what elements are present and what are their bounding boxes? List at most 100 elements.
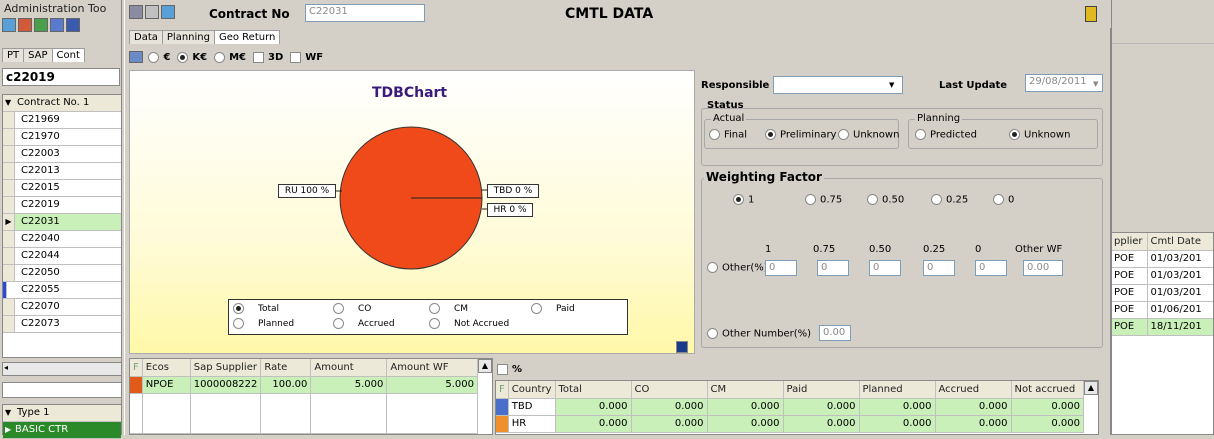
weight-0[interactable]: 0 (993, 194, 1014, 206)
header-not-accrued[interactable]: Not accrued (1011, 381, 1084, 399)
opt-total[interactable]: Total (233, 303, 279, 314)
type-row[interactable]: ▶ BASIC CTR (3, 422, 121, 439)
header-amount[interactable]: Amount (310, 359, 388, 377)
header-ecos[interactable]: Ecos (142, 359, 191, 377)
currency-meuro[interactable]: M€ (214, 51, 246, 63)
other-input-075[interactable]: 0 (817, 260, 849, 276)
tab-planning[interactable]: Planning (161, 30, 215, 44)
contract-list-item[interactable]: C22044 (3, 248, 121, 265)
scroll-left-icon[interactable]: ◂ (4, 363, 8, 372)
header-sap-supplier[interactable]: Sap Supplier (190, 359, 262, 377)
header-country[interactable]: Country (508, 381, 556, 399)
contract-list-item[interactable]: C22015 (3, 180, 121, 197)
view-3d-checkbox[interactable]: 3D (253, 51, 283, 63)
other-input-025[interactable]: 0 (923, 260, 955, 276)
table-row[interactable]: POE 01/03/201 (1111, 250, 1213, 268)
other-input-1[interactable]: 0 (765, 260, 797, 276)
table-row[interactable]: POE 01/03/201 (1111, 267, 1213, 285)
contract-list-item[interactable]: C22055 (3, 282, 121, 299)
table-row[interactable]: POE 01/03/201 (1111, 284, 1213, 302)
exit-door-icon[interactable] (1085, 6, 1097, 22)
actual-unknown[interactable]: Unknown (838, 129, 899, 141)
opt-accrued[interactable]: Accrued (333, 318, 395, 329)
right-table-header-supplier[interactable]: pplier (1111, 233, 1148, 251)
pie-icon[interactable] (34, 18, 48, 32)
contract-list-item[interactable]: C22073 (3, 316, 121, 333)
contract-list-item[interactable]: C22019 (3, 197, 121, 214)
other-input-0[interactable]: 0 (975, 260, 1007, 276)
contract-list-header[interactable]: ▼ Contract No. 1 (3, 95, 121, 112)
tab-sap[interactable]: SAP (23, 48, 53, 62)
chart-settings-icon[interactable] (129, 51, 143, 63)
grid-icon[interactable] (66, 18, 80, 32)
opt-not-accrued[interactable]: Not Accrued (429, 318, 509, 329)
users-icon[interactable] (2, 18, 16, 32)
contract-list-item[interactable]: C22013 (3, 163, 121, 180)
right-table-header-date[interactable]: Cmtl Date (1147, 233, 1213, 251)
calendar-icon[interactable] (145, 5, 159, 19)
currency-euro[interactable]: € (148, 51, 170, 63)
other-number-input[interactable]: 0.00 (819, 325, 851, 341)
view-wf-checkbox[interactable]: WF (290, 51, 323, 63)
header-cm[interactable]: CM (707, 381, 784, 399)
header-amount-wf[interactable]: Amount WF (386, 359, 478, 377)
header-paid[interactable]: Paid (783, 381, 860, 399)
left-scrollbar[interactable]: ◂ (2, 362, 122, 376)
checkbox-icon[interactable] (497, 363, 508, 375)
row-marker (3, 197, 15, 213)
opt-cm[interactable]: CM (429, 303, 468, 314)
chevron-down-icon[interactable]: ▼ (889, 81, 894, 89)
table-row[interactable]: NPOE 1000008222 100.00 5.000 5.000 (130, 376, 478, 394)
scroll-up-icon[interactable]: ▲ (1084, 381, 1098, 395)
contract-list-item[interactable]: C22040 (3, 231, 121, 248)
weight-025[interactable]: 0.25 (931, 194, 968, 206)
opt-co[interactable]: CO (333, 303, 371, 314)
header-accrued[interactable]: Accrued (935, 381, 1012, 399)
weight-1[interactable]: 1 (733, 194, 754, 206)
weight-050[interactable]: 0.50 (867, 194, 904, 206)
contract-no-field[interactable]: C22031 (305, 4, 425, 22)
contract-list-item[interactable]: C22003 (3, 146, 121, 163)
actual-final[interactable]: Final (709, 129, 747, 141)
tab-pt[interactable]: PT (2, 48, 25, 62)
header-planned[interactable]: Planned (859, 381, 936, 399)
header-total[interactable]: Total (555, 381, 632, 399)
contract-list-item[interactable]: C22050 (3, 265, 121, 282)
weight-075[interactable]: 0.75 (805, 194, 842, 206)
responsible-select[interactable] (773, 76, 903, 94)
chart-icon[interactable] (18, 18, 32, 32)
opt-paid[interactable]: Paid (531, 303, 575, 314)
chart-nav-icon[interactable] (676, 341, 688, 353)
left-search-input[interactable] (2, 382, 122, 398)
header-rate[interactable]: Rate (260, 359, 312, 377)
other-number-radio[interactable]: Other Number(%) (707, 328, 811, 340)
type-list-header[interactable]: ▼ Type 1 (3, 405, 121, 422)
tab-geo-return[interactable]: Geo Return (213, 30, 281, 44)
table-row[interactable]: HR 0.000 0.000 0.000 0.000 0.000 0.000 0.000 (496, 415, 1084, 433)
tools-icon[interactable] (129, 5, 143, 19)
tab-data[interactable]: Data (129, 30, 163, 44)
planning-predicted[interactable]: Predicted (915, 129, 977, 141)
contract-list-item[interactable]: C21969 (3, 112, 121, 129)
scroll-up-icon[interactable]: ▲ (478, 359, 492, 373)
chevron-down-icon[interactable]: ▼ (1093, 80, 1098, 88)
menu-bar[interactable]: Administration Too (4, 2, 106, 15)
table-row[interactable]: POE 01/06/201 (1111, 301, 1213, 319)
table-row[interactable]: TBD 0.000 0.000 0.000 0.000 0.000 0.000 0.000 (496, 398, 1084, 416)
network-icon[interactable] (50, 18, 64, 32)
planning-unknown[interactable]: Unknown (1009, 129, 1070, 141)
other-input-wf[interactable]: 0.00 (1023, 260, 1063, 276)
actual-preliminary[interactable]: Preliminary (765, 129, 836, 141)
contract-list-item[interactable]: ▶ C22031 (3, 214, 121, 231)
tab-contracts[interactable]: Cont (51, 48, 85, 62)
users-icon[interactable] (161, 5, 175, 19)
table-row[interactable]: POE 18/11/201 (1111, 318, 1213, 336)
contract-list-item[interactable]: C22070 (3, 299, 121, 316)
last-update-field[interactable]: 29/08/2011 (1025, 74, 1103, 92)
contract-list-item[interactable]: C21970 (3, 129, 121, 146)
other-percent-radio[interactable]: Other(%) (707, 262, 768, 274)
header-co[interactable]: CO (631, 381, 708, 399)
currency-keuro[interactable]: K€ (177, 51, 207, 63)
other-input-050[interactable]: 0 (869, 260, 901, 276)
opt-planned[interactable]: Planned (233, 318, 294, 329)
